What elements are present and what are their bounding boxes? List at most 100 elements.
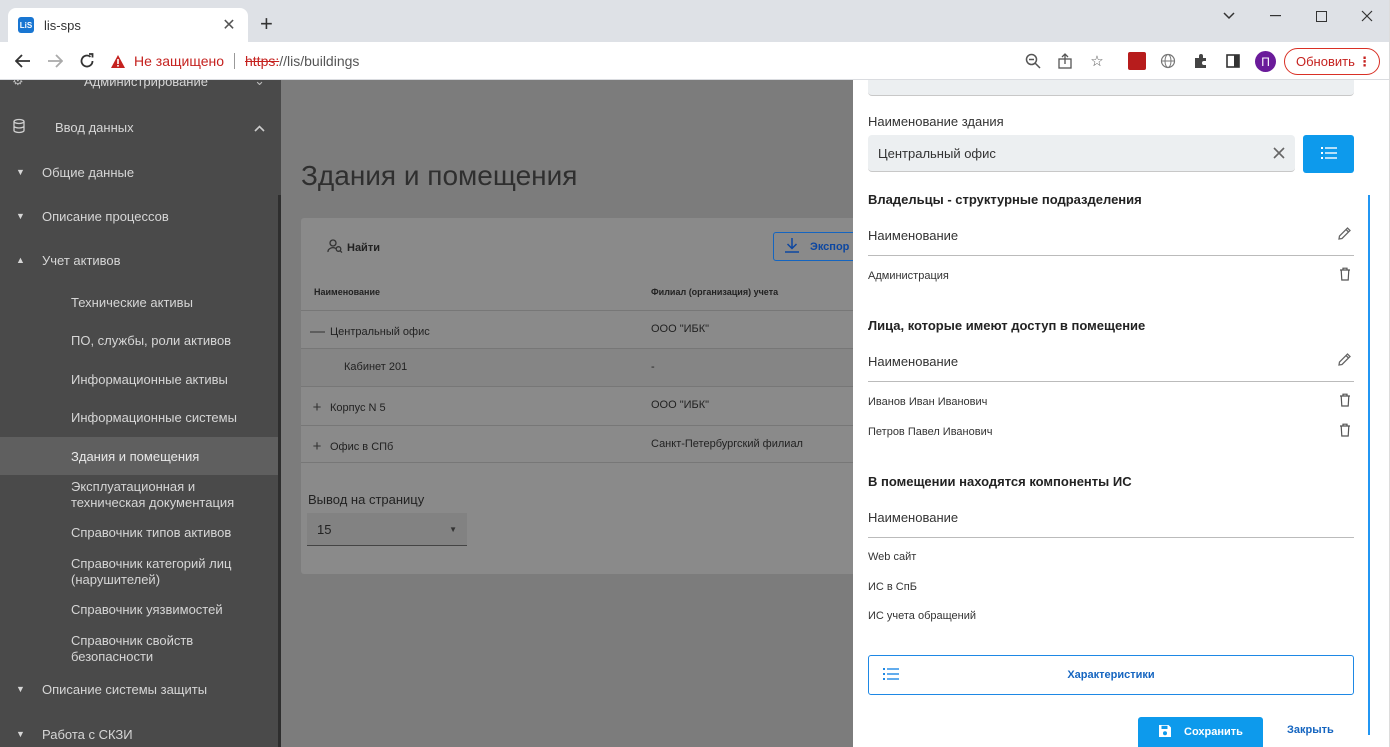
- sidebar-item-software-services[interactable]: ПО, службы, роли активов: [0, 326, 279, 354]
- reload-button[interactable]: [76, 50, 98, 72]
- page-title: Здания и помещения: [301, 160, 578, 191]
- url-path: //lis/buildings: [279, 53, 360, 69]
- update-label: Обновить: [1296, 54, 1355, 69]
- dropdown-arrow-icon: ▼: [449, 524, 457, 534]
- zoom-icon[interactable]: [1023, 51, 1043, 71]
- sidebar-item-information-systems[interactable]: Информационные системы: [0, 403, 279, 431]
- share-icon[interactable]: [1055, 51, 1075, 71]
- person-search-icon: [327, 238, 343, 257]
- caret-up-icon: ▲: [16, 255, 25, 265]
- minimize-button[interactable]: [1252, 0, 1298, 32]
- sidebar-item-documentation[interactable]: Эксплуатационная и техническая документа…: [0, 478, 279, 512]
- sidebar-item-buildings[interactable]: Здания и помещения: [0, 437, 279, 475]
- characteristics-button[interactable]: Характеристики: [868, 655, 1354, 695]
- sidebar-item-vulnerabilities[interactable]: Справочник уязвимостей: [0, 595, 279, 623]
- tab-search-icon[interactable]: [1206, 0, 1252, 32]
- table-row[interactable]: Кабинет 201 -: [301, 348, 853, 386]
- favicon-icon: LiS: [18, 17, 34, 33]
- list-icon: [883, 668, 899, 683]
- collapse-icon[interactable]: —: [310, 323, 325, 340]
- trash-icon[interactable]: [1339, 423, 1351, 440]
- select-building-button[interactable]: [1303, 135, 1354, 173]
- close-tab-icon[interactable]: ✕: [220, 15, 238, 35]
- gear-icon: ⚙: [12, 80, 24, 88]
- buildings-table-card: Найти Экспор Наименование Филиал (органи…: [301, 218, 853, 574]
- trash-icon[interactable]: [1339, 267, 1351, 284]
- building-name-input[interactable]: Центральный офис: [868, 135, 1295, 172]
- components-section-title: В помещении находятся компоненты ИС: [868, 474, 1132, 489]
- close-window-button[interactable]: [1344, 0, 1390, 32]
- extension-icon[interactable]: [1128, 52, 1146, 70]
- sidebar-item-data-entry[interactable]: Ввод данных: [0, 112, 279, 142]
- save-button[interactable]: Сохранить: [1138, 717, 1263, 747]
- per-page-select[interactable]: 15 ▼: [307, 513, 467, 546]
- column-header-branch[interactable]: Филиал (организация) учета: [651, 287, 778, 297]
- export-button[interactable]: Экспор: [773, 232, 853, 261]
- owners-section-title: Владельцы - структурные подразделения: [868, 192, 1142, 207]
- sidebar-item-person-categories[interactable]: Справочник категорий лиц (нарушителей): [0, 555, 279, 589]
- sidebar-item-crypto[interactable]: ▼ Работа с СКЗИ: [0, 720, 279, 747]
- panel-scrollbar[interactable]: [1368, 195, 1370, 735]
- chevron-up-icon: [254, 120, 265, 135]
- list-item: ИС в СпБ: [868, 581, 917, 593]
- top-field-partial[interactable]: [868, 80, 1354, 96]
- chevron-down-icon: ⌄: [254, 80, 265, 88]
- find-button[interactable]: Найти: [327, 238, 380, 257]
- omnibox-divider: [234, 53, 235, 69]
- warning-icon[interactable]: [110, 53, 126, 69]
- list-item: Администрация: [868, 267, 1354, 284]
- sidebar-item-security-properties[interactable]: Справочник свойств безопасности: [0, 632, 279, 666]
- access-section-title: Лица, которые имеют доступ в помещение: [868, 318, 1146, 333]
- forward-button[interactable]: [44, 50, 66, 72]
- more-menu-icon: ⋮: [1358, 53, 1371, 69]
- sidebar-item-process-description[interactable]: ▼ Описание процессов: [0, 202, 279, 230]
- browser-toolbar: Не защищено https: //lis/buildings ☆ П О…: [0, 42, 1390, 80]
- maximize-button[interactable]: [1298, 0, 1344, 32]
- puzzle-extensions-icon[interactable]: [1191, 51, 1211, 71]
- expand-icon[interactable]: +: [310, 399, 324, 416]
- new-tab-button[interactable]: +: [260, 13, 273, 35]
- close-button[interactable]: Закрыть: [1287, 724, 1334, 736]
- sidebar-item-technical-assets[interactable]: Технические активы: [0, 288, 279, 316]
- owners-column-header: Наименование: [868, 222, 1354, 256]
- bookmark-star-icon[interactable]: ☆: [1087, 51, 1107, 71]
- sidebar-item-general-data[interactable]: ▼ Общие данные: [0, 158, 279, 186]
- trash-icon[interactable]: [1339, 393, 1351, 410]
- tab-title: lis-sps: [44, 17, 81, 33]
- list-item: Петров Павел Иванович: [868, 423, 1354, 440]
- address-bar[interactable]: Не защищено https: //lis/buildings: [110, 47, 1120, 75]
- caret-down-icon: ▼: [16, 211, 25, 221]
- caret-down-icon: ▼: [16, 729, 25, 739]
- caret-down-icon: ▼: [16, 684, 25, 694]
- not-secure-label[interactable]: Не защищено: [134, 53, 224, 69]
- column-header-name[interactable]: Наименование: [314, 287, 380, 297]
- building-name-label: Наименование здания: [868, 114, 1004, 129]
- database-icon: [12, 118, 28, 137]
- table-row[interactable]: — Центральный офис ООО "ИБК": [301, 310, 853, 348]
- edit-pencil-icon[interactable]: [1337, 352, 1352, 370]
- globe-extension-icon[interactable]: [1158, 51, 1178, 71]
- sidebar-item-protection-system[interactable]: ▼ Описание системы защиты: [0, 675, 279, 703]
- floppy-disk-icon: [1158, 724, 1172, 741]
- download-icon: [784, 237, 800, 256]
- browser-tab[interactable]: LiS lis-sps ✕: [8, 8, 248, 42]
- sidebar-item-asset-types[interactable]: Справочник типов активов: [0, 518, 279, 546]
- sidebar-item-asset-accounting[interactable]: ▲ Учет активов: [0, 246, 279, 274]
- list-item: ИС учета обращений: [868, 610, 977, 622]
- back-button[interactable]: [12, 50, 34, 72]
- browser-tabstrip: LiS lis-sps ✕ +: [0, 0, 1390, 42]
- edit-pencil-icon[interactable]: [1337, 226, 1352, 244]
- table-row[interactable]: + Офис в СПб Санкт-Петербургский филиал: [301, 425, 853, 463]
- table-row[interactable]: + Корпус N 5 ООО "ИБК": [301, 386, 853, 424]
- url-protocol: https:: [245, 53, 280, 69]
- expand-icon[interactable]: +: [310, 438, 324, 455]
- clear-icon[interactable]: [1273, 143, 1285, 164]
- sidebar-item-information-assets[interactable]: Информационные активы: [0, 365, 279, 393]
- sidebar-item-administration[interactable]: ⚙ Администрирование ⌄: [0, 80, 279, 94]
- profile-avatar[interactable]: П: [1255, 51, 1276, 72]
- access-column-header: Наименование: [868, 348, 1354, 382]
- side-panel-icon[interactable]: [1223, 51, 1243, 71]
- building-edit-panel: Наименование здания Центральный офис Вла…: [853, 80, 1390, 747]
- list-item: Иванов Иван Иванович: [868, 393, 1354, 410]
- update-button[interactable]: Обновить ⋮: [1284, 48, 1380, 75]
